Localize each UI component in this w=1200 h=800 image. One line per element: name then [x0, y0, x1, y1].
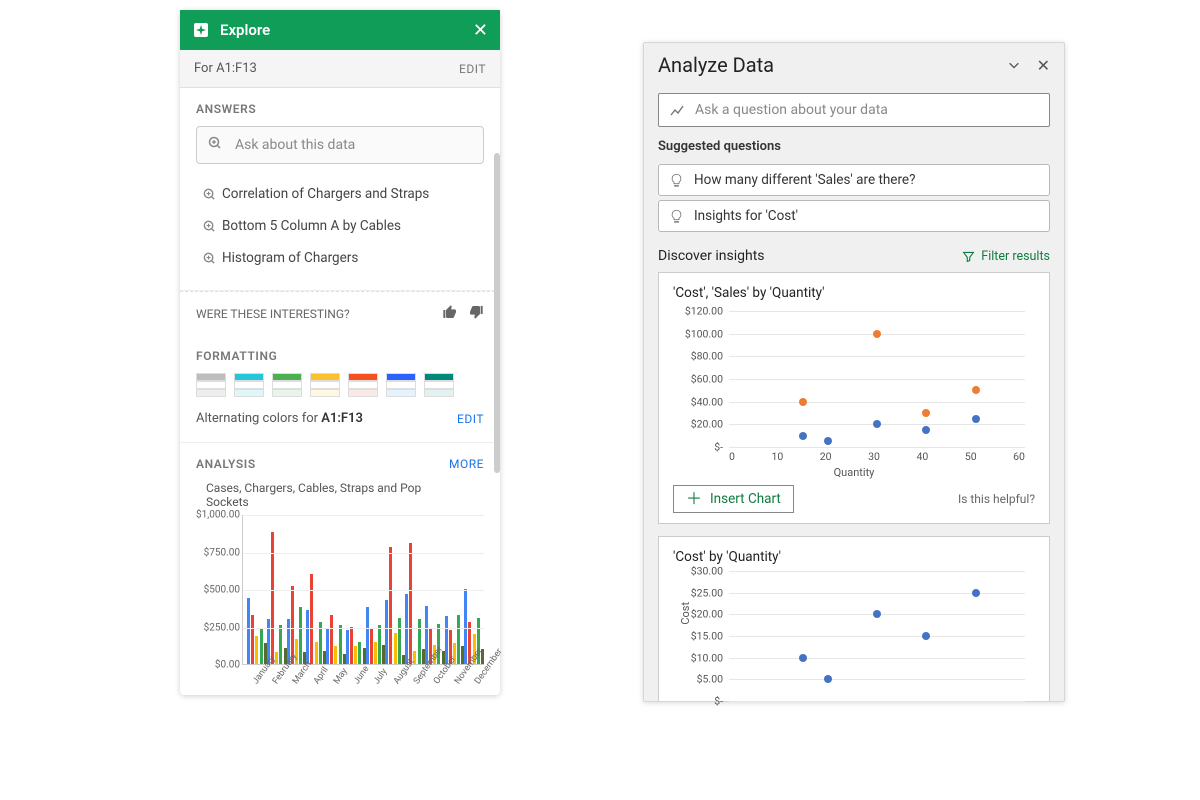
answers-section: ANSWERS Ask about this data Correlation …: [180, 88, 500, 291]
scatter-chart-1[interactable]: $-$20.00$40.00$60.00$80.00$100.00$120.00…: [673, 307, 1035, 477]
search-icon: [196, 187, 222, 202]
explore-icon: [192, 21, 210, 39]
range-bar: For A1:F13 EDIT: [180, 50, 500, 88]
lightbulb-icon: [669, 173, 684, 188]
explore-title: Explore: [220, 21, 270, 39]
palette-swatch-4[interactable]: [348, 373, 378, 397]
palette-swatch-1[interactable]: [234, 373, 264, 397]
palette-swatch-3[interactable]: [310, 373, 340, 397]
thumbs-down-icon[interactable]: [468, 304, 484, 323]
analysis-heading: ANALYSIS: [196, 457, 256, 471]
formatting-section: FORMATTING Alternating colors for A1:F13…: [180, 335, 500, 443]
bar-chart[interactable]: $1,000.00$750.00$500.00$250.00$0.00 Janu…: [196, 515, 484, 679]
bar-chart-title: Cases, Chargers, Cables, Straps and Pop …: [196, 481, 484, 509]
palette-swatch-5[interactable]: [386, 373, 416, 397]
analyze-header: Analyze Data ✕: [644, 43, 1064, 83]
insight-card-2: 'Cost' by 'Quantity' Cost $-$5.00$10.00$…: [658, 536, 1050, 701]
palette-swatch-0[interactable]: [196, 373, 226, 397]
suggestion-histogram[interactable]: Histogram of Chargers: [196, 242, 484, 274]
explore-panel: Explore ✕ For A1:F13 EDIT ANSWERS Ask ab…: [180, 10, 500, 695]
formatting-heading: FORMATTING: [196, 349, 484, 363]
search-icon: [207, 135, 223, 155]
plus-icon: ＋: [686, 493, 702, 505]
insight-card-1: 'Cost', 'Sales' by 'Quantity' $-$20.00$4…: [658, 272, 1050, 524]
analysis-more-button[interactable]: MORE: [449, 457, 484, 471]
filter-icon: [962, 250, 975, 263]
close-icon[interactable]: ✕: [1037, 56, 1050, 75]
search-icon: [196, 219, 222, 234]
scatter-chart-2[interactable]: Cost $-$5.00$10.00$15.00$20.00$25.00$30.…: [673, 571, 1035, 701]
card2-title: 'Cost' by 'Quantity': [673, 549, 1035, 565]
close-icon[interactable]: ✕: [473, 20, 488, 41]
question-sales-count[interactable]: How many different 'Sales' are there?: [658, 164, 1050, 196]
explore-header: Explore ✕: [180, 10, 500, 50]
feedback-row: WERE THESE INTERESTING?: [180, 291, 500, 335]
suggestion-correlation[interactable]: Correlation of Chargers and Straps: [196, 178, 484, 210]
ask-input[interactable]: Ask about this data: [196, 126, 484, 164]
palette-row: [196, 373, 484, 397]
alt-colors-label: Alternating colors for A1:F13: [196, 411, 363, 426]
is-this-helpful[interactable]: Is this helpful?: [958, 492, 1035, 506]
thumbs-up-icon[interactable]: [442, 304, 458, 323]
formatting-edit-button[interactable]: EDIT: [457, 412, 484, 426]
discover-heading: Discover insights: [658, 248, 765, 264]
suggestion-bottom5[interactable]: Bottom 5 Column A by Cables: [196, 210, 484, 242]
answers-heading: ANSWERS: [196, 102, 484, 116]
filter-results-button[interactable]: Filter results: [962, 249, 1050, 264]
chart-icon: [669, 102, 685, 118]
palette-swatch-6[interactable]: [424, 373, 454, 397]
analyze-ask-input[interactable]: Ask a question about your data: [658, 93, 1050, 127]
question-cost-insights[interactable]: Insights for 'Cost': [658, 200, 1050, 232]
palette-swatch-2[interactable]: [272, 373, 302, 397]
analyze-panel: Analyze Data ✕ Ask a question about your…: [643, 42, 1065, 702]
ask-placeholder: Ask about this data: [235, 137, 355, 153]
analyze-title: Analyze Data: [658, 53, 774, 77]
lightbulb-icon: [669, 209, 684, 224]
analysis-section: ANALYSIS MORE Cases, Chargers, Cables, S…: [180, 443, 500, 695]
feedback-label: WERE THESE INTERESTING?: [196, 307, 350, 321]
range-label: For A1:F13: [194, 61, 257, 76]
card1-title: 'Cost', 'Sales' by 'Quantity': [673, 285, 1035, 301]
edit-range-button[interactable]: EDIT: [459, 62, 486, 76]
chevron-down-icon[interactable]: [1007, 53, 1021, 77]
insert-chart-button[interactable]: ＋ Insert Chart: [673, 485, 794, 513]
suggested-heading: Suggested questions: [644, 139, 1064, 160]
search-icon: [196, 251, 222, 266]
